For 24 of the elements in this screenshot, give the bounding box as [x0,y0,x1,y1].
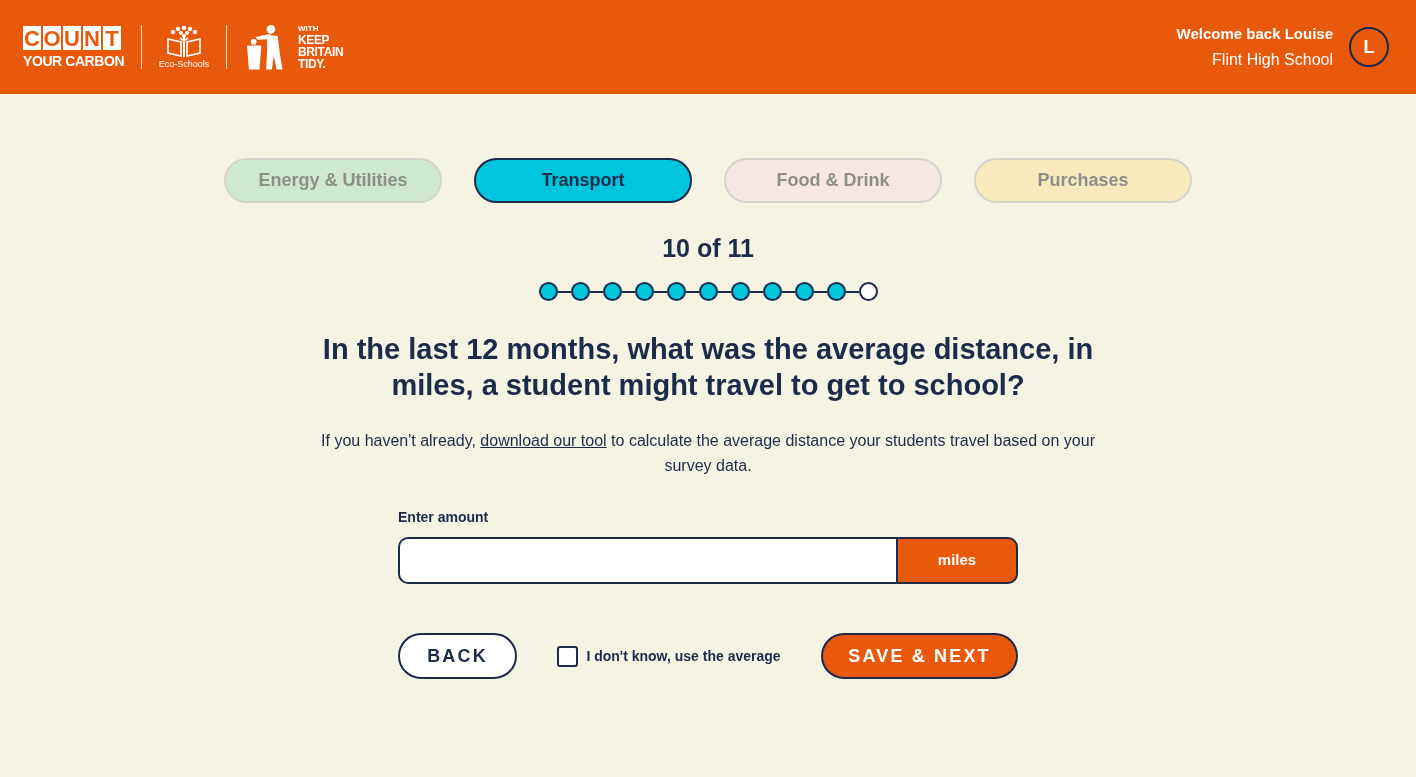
logo-text: WITH [298,24,320,33]
logo-text: KEEP [298,34,331,46]
question-text: In the last 12 months, what was the average distance, in miles, a student might travel to get to school? [321,332,1095,403]
download-link[interactable]: download our tool [480,432,607,449]
category-tab[interactable]: Transport [474,158,692,203]
category-tab[interactable]: Purchases [974,158,1192,203]
hint-text: If you haven't already, download our tool to calculate the average distance your students travel based on your survey data. [320,431,1096,476]
user-avatar[interactable]: L [1349,27,1389,67]
field-label: Enter amount [398,508,490,526]
progress-label: 10 of 11 [662,233,754,263]
school-name: Flint High School [1212,50,1333,70]
tree-book-icon [166,24,202,57]
checkbox-label[interactable]: I don't know, use the average [586,645,781,667]
logo-text: BRITAIN [298,46,344,58]
checkbox[interactable] [557,645,579,667]
category-tab[interactable]: Energy & Utilities [224,158,442,203]
category-tab[interactable]: Food & Drink [724,158,942,203]
logo-text: Eco-Schools [158,58,210,70]
input-field[interactable] [398,537,896,584]
save-next-button[interactable]: SAVE & NEXT [821,633,1018,679]
back-button[interactable]: BACK [398,633,517,679]
logo-text: TIDY. [298,58,327,70]
unit-label: miles [896,537,1018,584]
welcome-text: Welcome back Louise [1176,24,1333,44]
